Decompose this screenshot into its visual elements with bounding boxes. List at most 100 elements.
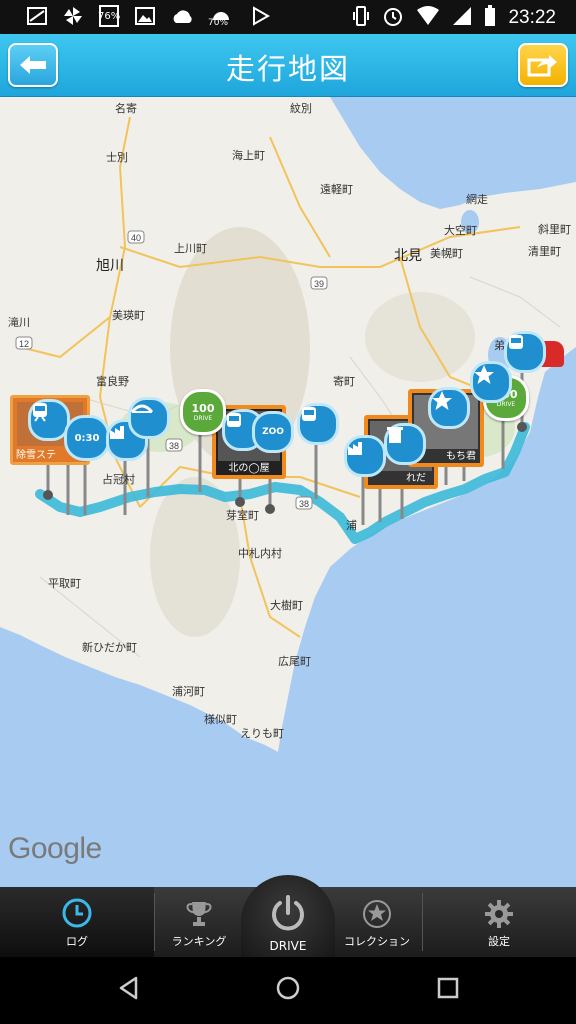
wifi-icon xyxy=(416,6,440,30)
back-triangle-icon[interactable] xyxy=(116,975,142,1001)
pinwheel-icon xyxy=(62,6,84,26)
train-icon xyxy=(227,413,241,427)
blue-marker-train4[interactable] xyxy=(504,331,546,373)
svg-text:39: 39 xyxy=(314,279,324,289)
blue-marker-bridge[interactable] xyxy=(128,397,170,439)
train-icon xyxy=(509,335,523,349)
marker-base xyxy=(265,504,275,514)
page-title: 走行地図 xyxy=(225,52,350,86)
factory-icon xyxy=(110,426,124,439)
place-label: 新ひだか町 xyxy=(82,641,137,654)
marker-base xyxy=(43,490,53,500)
photo-marker-label: 北の◯屋 xyxy=(228,463,270,474)
factory-icon xyxy=(348,442,362,455)
blue-marker-timer[interactable]: 0:30 xyxy=(64,415,110,461)
place-label: 名寄 xyxy=(115,102,137,115)
place-label: 遠軽町 xyxy=(320,183,353,196)
photo-marker-label: れだ xyxy=(406,473,426,484)
trash-icon xyxy=(387,427,403,443)
tab-label: 設定 xyxy=(488,935,510,948)
place-label: 大樹町 xyxy=(270,599,303,612)
place-label: 様似町 xyxy=(204,713,237,726)
svg-text:40: 40 xyxy=(131,233,141,243)
share-arrow-icon xyxy=(527,55,557,77)
photo-marker-label: もち君 xyxy=(446,451,476,462)
route-shield-40: 40 xyxy=(127,230,145,244)
place-label: 芽室町 xyxy=(226,509,259,522)
marker-base xyxy=(517,422,527,432)
place-label: 滝川 xyxy=(8,316,30,329)
svg-text:38: 38 xyxy=(169,441,179,451)
place-label: 上川町 xyxy=(174,242,207,255)
star-icon xyxy=(432,391,452,410)
place-label: 占冠村 xyxy=(102,473,135,486)
title-bar: 走行地図 xyxy=(0,34,576,98)
tab-ranking[interactable]: ランキング xyxy=(154,887,244,957)
sign-text: 100 xyxy=(191,402,215,415)
image-icon xyxy=(134,6,156,26)
place-label: 紋別 xyxy=(290,102,312,115)
tab-drive[interactable]: DRIVE xyxy=(241,875,335,963)
place-label: 中札内村 xyxy=(238,547,282,560)
map-view[interactable]: 40 39 12 38 38 名寄 紋別 士別 海上町 遠軽町 網走 斜里町 大… xyxy=(0,97,576,887)
place-label: 網走 xyxy=(466,193,488,206)
place-label: 大空町 xyxy=(444,224,477,237)
place-label: 浦河町 xyxy=(172,685,205,698)
tab-label: ランキング xyxy=(171,935,227,948)
battery-icon xyxy=(484,5,496,31)
place-label: 清里町 xyxy=(528,245,561,258)
place-label: 美幌町 xyxy=(430,247,463,260)
place-label: 士別 xyxy=(106,151,128,164)
battery-percent-text: 76% xyxy=(98,11,121,22)
cloud-percent-text: 70% xyxy=(208,18,229,28)
sign-text: 0:30 xyxy=(74,432,100,444)
place-label: 広尾町 xyxy=(278,655,311,668)
bridge-icon xyxy=(131,404,153,414)
status-bar: 76% 70% 23:22 xyxy=(0,0,576,34)
place-label: 北見 xyxy=(394,248,422,264)
system-nav-bar xyxy=(0,957,576,1024)
cell-signal-icon xyxy=(452,6,472,30)
train-icon xyxy=(33,403,47,422)
map-canvas: 40 39 12 38 38 xyxy=(0,97,576,752)
green-sign-100[interactable]: 100 DRIVE xyxy=(180,389,226,435)
battery-percent-icon: 76% xyxy=(98,5,121,27)
blue-marker-star2[interactable] xyxy=(470,361,512,403)
umbrella-icon: 70% xyxy=(206,6,236,28)
route-shield-38: 38 xyxy=(165,438,183,452)
train-icon xyxy=(302,407,316,421)
place-label: 斜里町 xyxy=(538,223,571,236)
place-label: 美瑛町 xyxy=(112,309,145,322)
alarm-icon xyxy=(382,5,404,31)
home-circle-icon[interactable] xyxy=(275,975,301,1001)
power-icon xyxy=(272,895,304,931)
clock-icon xyxy=(62,898,92,928)
google-attribution: Google xyxy=(8,832,102,865)
marker-base xyxy=(235,497,245,507)
tab-settings[interactable]: 設定 xyxy=(422,887,576,957)
sign-text: ZOO xyxy=(262,427,284,437)
blue-marker-star[interactable] xyxy=(428,387,470,429)
blue-marker-factory2[interactable] xyxy=(344,435,386,477)
route-shield-38b: 38 xyxy=(295,496,313,510)
signal-grid-icon xyxy=(26,6,48,26)
vibrate-icon xyxy=(352,5,370,31)
star-icon xyxy=(474,365,494,384)
place-label: 旭川 xyxy=(96,258,124,274)
sign-subtext: DRIVE xyxy=(193,415,213,422)
recents-square-icon[interactable] xyxy=(435,975,461,1001)
tab-log[interactable]: ログ xyxy=(0,887,154,957)
tab-collection[interactable]: コレクション xyxy=(332,887,422,957)
status-left-icons: 76% 70% xyxy=(26,5,272,28)
place-label: 富良野 xyxy=(96,375,129,388)
share-button[interactable] xyxy=(518,43,568,87)
blue-marker-zoo[interactable]: ZOO xyxy=(252,411,294,453)
blue-marker-train3[interactable] xyxy=(297,403,339,445)
cloud-icon xyxy=(170,6,192,26)
place-label: 浦 xyxy=(346,519,357,532)
svg-text:38: 38 xyxy=(299,499,309,509)
blue-marker-trash[interactable] xyxy=(384,423,426,465)
place-label: 海上町 xyxy=(232,149,265,162)
place-label: 寄町 xyxy=(333,375,355,388)
status-right-icons: 23:22 xyxy=(352,5,556,31)
